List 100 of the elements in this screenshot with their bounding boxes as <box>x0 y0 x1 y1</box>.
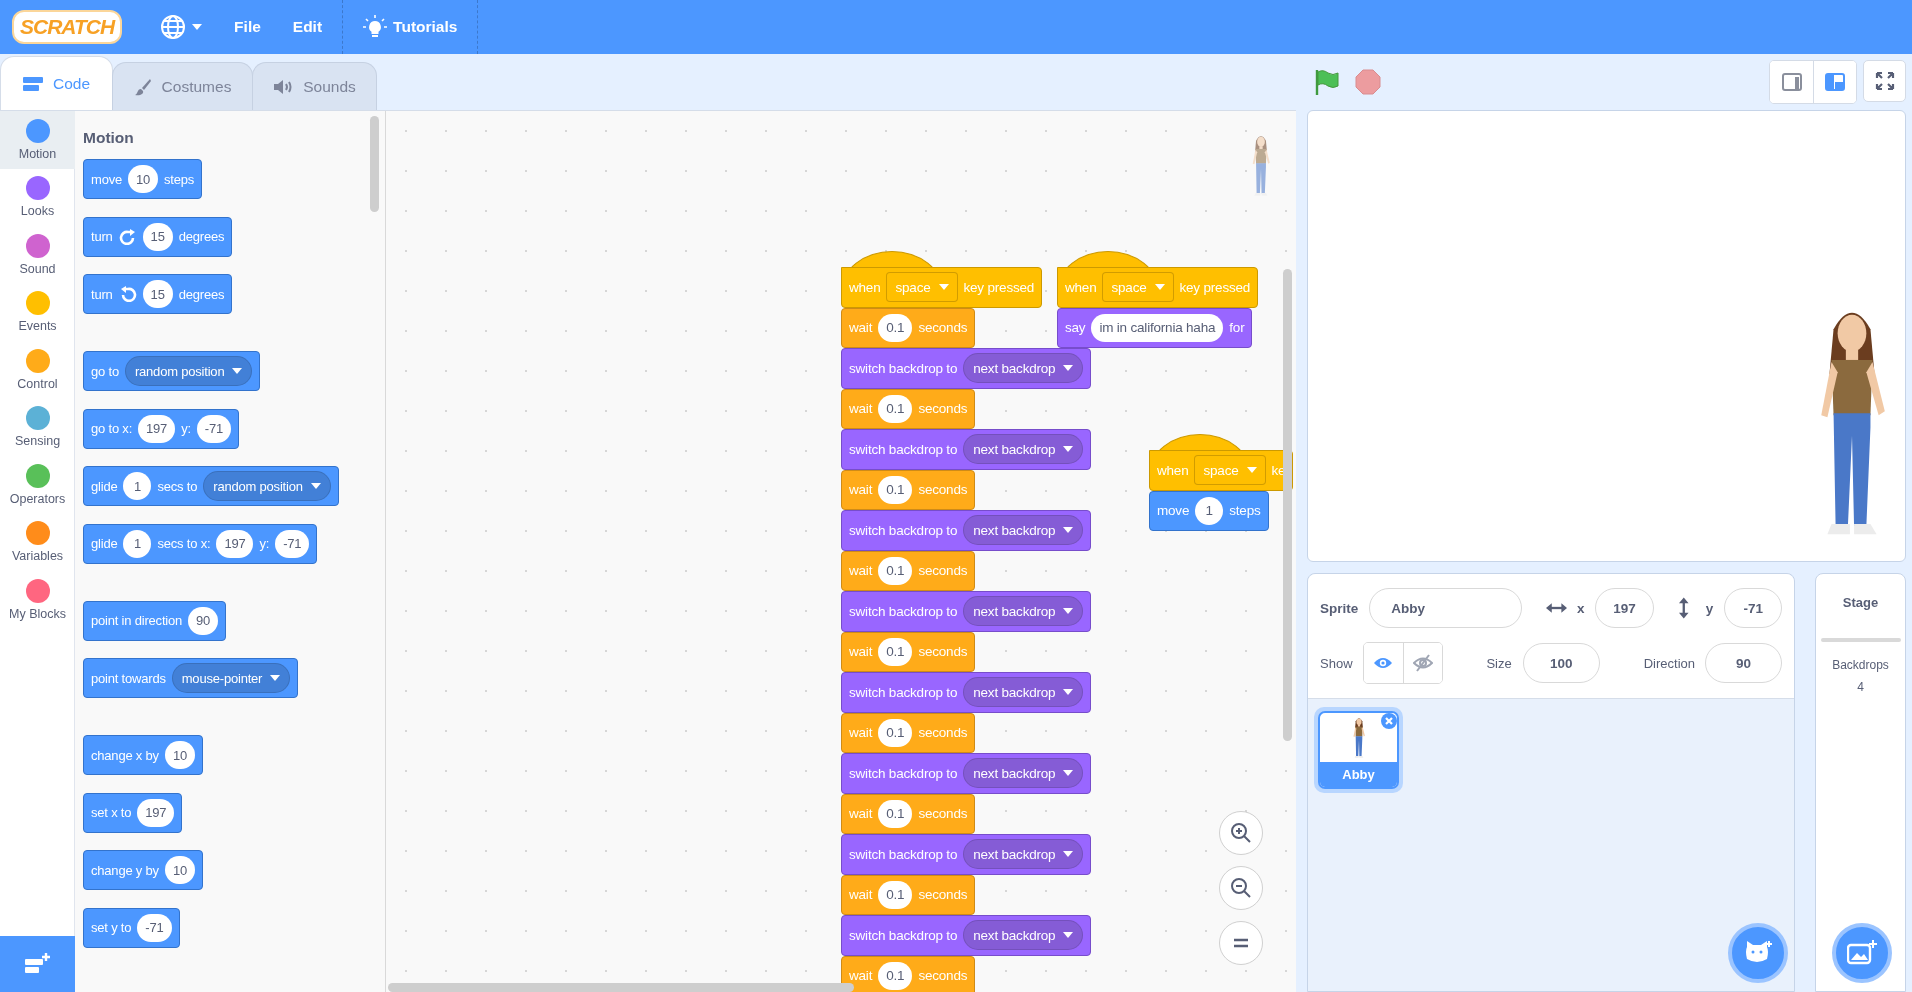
block-dropdown[interactable]: next backdrop <box>963 677 1084 708</box>
code-block[interactable]: wait 0.1 seconds <box>841 955 976 992</box>
block-input[interactable]: 197 <box>137 798 175 827</box>
code-block[interactable]: switch backdrop to next backdrop <box>841 915 1092 956</box>
zoom-reset-button[interactable] <box>1219 921 1263 965</box>
block-input[interactable]: 0.1 <box>878 799 913 828</box>
code-block[interactable]: wait 0.1 seconds <box>841 712 976 753</box>
block-dropdown[interactable]: next backdrop <box>963 839 1084 870</box>
scrollbar[interactable] <box>388 983 854 992</box>
code-block[interactable]: switch backdrop to next backdrop <box>841 429 1092 470</box>
category-item[interactable]: Motion <box>0 111 75 169</box>
sprite-name-field[interactable]: Abby <box>1369 588 1522 628</box>
category-item[interactable]: Control <box>0 341 75 399</box>
stage[interactable] <box>1307 110 1906 562</box>
block-label: wait <box>849 482 873 498</box>
block-dropdown[interactable]: random position <box>203 471 331 501</box>
code-block[interactable]: switch backdrop to next backdrop <box>841 672 1092 713</box>
block-input[interactable]: 1 <box>1195 496 1224 525</box>
block-input[interactable]: -71 <box>275 529 310 558</box>
block-input[interactable]: 197 <box>138 414 176 443</box>
category-item[interactable]: Looks <box>0 168 75 226</box>
code-block[interactable]: glide 1 secs to x: 197 y: -71 <box>83 523 318 564</box>
category-item[interactable]: Sensing <box>0 398 75 456</box>
block-label: point towards <box>91 670 166 686</box>
category-item[interactable]: My Blocks <box>0 571 75 629</box>
add-extension-button[interactable] <box>0 936 75 992</box>
delete-icon[interactable] <box>1381 713 1397 729</box>
code-block[interactable]: turn 15 degrees <box>83 216 233 257</box>
block-dropdown[interactable]: next backdrop <box>963 758 1084 789</box>
code-block[interactable]: set x to 197 <box>83 792 183 833</box>
code-block[interactable]: wait 0.1 seconds <box>841 550 976 591</box>
block-dropdown[interactable]: next backdrop <box>963 515 1084 546</box>
code-block[interactable]: switch backdrop to next backdrop <box>841 834 1092 875</box>
block-input[interactable]: 10 <box>128 165 159 193</box>
block-input[interactable]: 0.1 <box>878 880 913 909</box>
code-block[interactable]: point in direction 90 <box>83 600 227 641</box>
block-input[interactable]: 90 <box>188 606 219 635</box>
code-block[interactable]: glide 1 secs to random position <box>83 466 339 506</box>
code-block[interactable]: switch backdrop to next backdrop <box>841 591 1092 632</box>
category-item[interactable]: Operators <box>0 456 75 514</box>
block-input[interactable]: -71 <box>137 913 172 942</box>
block-input[interactable]: 0.1 <box>878 637 913 666</box>
normal-stage-button[interactable] <box>1813 61 1856 103</box>
block-input[interactable]: im in california haha <box>1091 313 1224 342</box>
block-input[interactable]: 0.1 <box>878 718 913 747</box>
hide-button[interactable] <box>1402 643 1443 683</box>
code-block[interactable]: wait 0.1 seconds <box>841 793 976 834</box>
block-input[interactable]: 10 <box>164 856 195 884</box>
block-input[interactable]: 0.1 <box>878 556 913 585</box>
block-input[interactable]: -71 <box>196 414 232 443</box>
run-flag-button[interactable] <box>1313 68 1341 96</box>
code-block[interactable]: wait 0.1 seconds <box>841 874 976 915</box>
code-block[interactable]: wait 0.1 seconds <box>841 469 976 510</box>
code-block[interactable]: say im in california haha for <box>1057 307 1253 348</box>
block-dropdown[interactable]: next backdrop <box>963 920 1084 951</box>
y-field[interactable]: -71 <box>1724 588 1782 628</box>
block-input[interactable]: 15 <box>142 222 173 251</box>
code-block[interactable]: point towards mouse-pointer <box>83 658 299 698</box>
code-block[interactable]: wait 0.1 seconds <box>841 307 976 348</box>
full-screen-button[interactable] <box>1863 60 1906 102</box>
block-input[interactable]: 10 <box>164 741 195 769</box>
zoom-in-icon <box>1230 822 1252 844</box>
block-dropdown[interactable]: next backdrop <box>963 596 1084 627</box>
code-block[interactable]: change x by 10 <box>83 735 203 775</box>
category-item[interactable]: Events <box>0 283 75 341</box>
block-dropdown[interactable]: next backdrop <box>963 353 1084 384</box>
code-block[interactable]: move 1 steps <box>1149 490 1269 531</box>
block-input[interactable]: 0.1 <box>878 394 913 423</box>
stop-button[interactable] <box>1355 69 1381 95</box>
code-block[interactable]: wait 0.1 seconds <box>841 631 976 672</box>
block-input[interactable]: 0.1 <box>878 475 913 504</box>
direction-field[interactable]: 90 <box>1705 643 1782 683</box>
code-block[interactable]: set y to -71 <box>83 907 180 948</box>
code-block[interactable]: go to random position <box>83 351 261 391</box>
block-input[interactable]: 1 <box>123 472 152 500</box>
block-dropdown[interactable]: mouse-pointer <box>171 663 291 693</box>
flag-icon <box>1313 68 1341 96</box>
zoom-out-button[interactable] <box>1219 866 1263 910</box>
code-block[interactable]: go to x: 197 y: -71 <box>83 408 240 449</box>
zoom-in-button[interactable] <box>1219 811 1263 855</box>
code-block[interactable]: move 10 steps <box>83 159 203 199</box>
category-item[interactable]: Variables <box>0 513 75 571</box>
block-input[interactable]: 1 <box>123 529 152 558</box>
size-field[interactable]: 100 <box>1522 643 1600 683</box>
scrollbar[interactable] <box>370 116 379 212</box>
block-dropdown[interactable]: next backdrop <box>963 434 1084 465</box>
code-block[interactable]: wait 0.1 seconds <box>841 388 976 429</box>
x-field[interactable]: 197 <box>1594 588 1655 628</box>
block-input[interactable]: 0.1 <box>878 961 913 990</box>
code-block[interactable]: turn 15 degrees <box>83 274 233 314</box>
block-input[interactable]: 197 <box>216 529 254 558</box>
code-block[interactable]: switch backdrop to next backdrop <box>841 348 1092 389</box>
scrollbar[interactable] <box>1283 269 1292 741</box>
code-block[interactable]: change y by 10 <box>83 850 203 890</box>
code-block[interactable]: switch backdrop to next backdrop <box>841 510 1092 551</box>
block-dropdown[interactable]: random position <box>124 356 253 386</box>
block-input[interactable]: 0.1 <box>878 313 913 342</box>
code-block[interactable]: switch backdrop to next backdrop <box>841 753 1092 794</box>
category-item[interactable]: Sound <box>0 226 75 284</box>
block-input[interactable]: 15 <box>142 280 173 308</box>
